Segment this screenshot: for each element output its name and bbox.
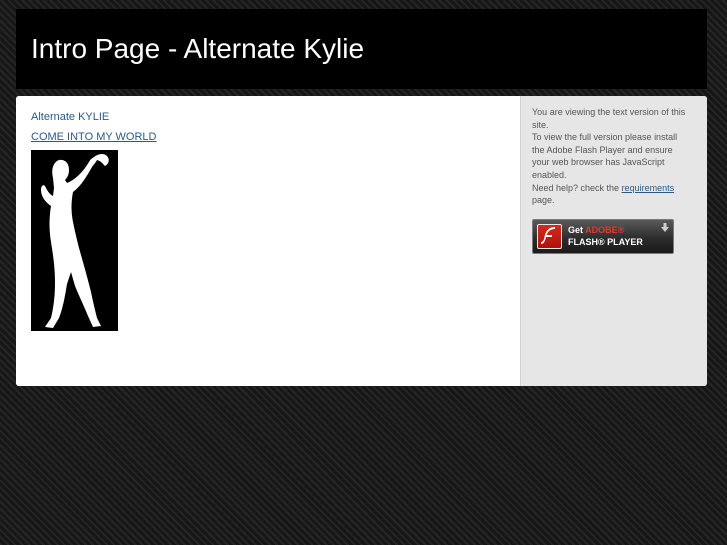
text-version-notice: You are viewing the text version of this… [532, 106, 692, 207]
site-header: Intro Page - Alternate Kylie [16, 9, 707, 89]
dancer-silhouette-graphic [31, 150, 118, 331]
notice-line-2: To view the full version please install … [532, 132, 678, 180]
flash-player-text: PLAYER [604, 237, 643, 247]
flash-adobe-mark: ® [617, 225, 625, 235]
dancer-silhouette-image [31, 150, 118, 331]
flash-get-text: Get [568, 225, 586, 235]
flash-flash-text: FLASH [568, 237, 598, 247]
download-arrow-glyph [661, 223, 669, 232]
flash-badge-line-2: FLASH® PLAYER [568, 237, 643, 248]
flash-flash-mark: ® [598, 237, 605, 247]
flash-badge-line-1: Get ADOBE® [568, 225, 624, 236]
flash-logo-glyph [541, 227, 555, 244]
sidebar: You are viewing the text version of this… [520, 96, 707, 386]
help-prefix: Need help? check the [532, 182, 622, 193]
site-name-text: Alternate KYLIE [31, 111, 110, 123]
come-into-my-world-link[interactable]: COME INTO MY WORLD [31, 130, 157, 144]
flash-adobe-text: ADOBE [585, 225, 618, 235]
requirements-link[interactable]: requirements [622, 183, 675, 193]
content-panel: Alternate KYLIE COME INTO MY WORLD You a… [16, 96, 707, 386]
download-arrow-icon [661, 223, 669, 234]
page-title: Intro Page - Alternate Kylie [31, 33, 365, 64]
notice-line-1: You are viewing the text version of this… [532, 107, 686, 130]
help-suffix: page. [532, 195, 555, 206]
main-content: Alternate KYLIE COME INTO MY WORLD [16, 96, 520, 386]
get-flash-player-button[interactable]: Get ADOBE® FLASH® PLAYER [532, 219, 674, 254]
flash-logo-icon [537, 224, 562, 249]
